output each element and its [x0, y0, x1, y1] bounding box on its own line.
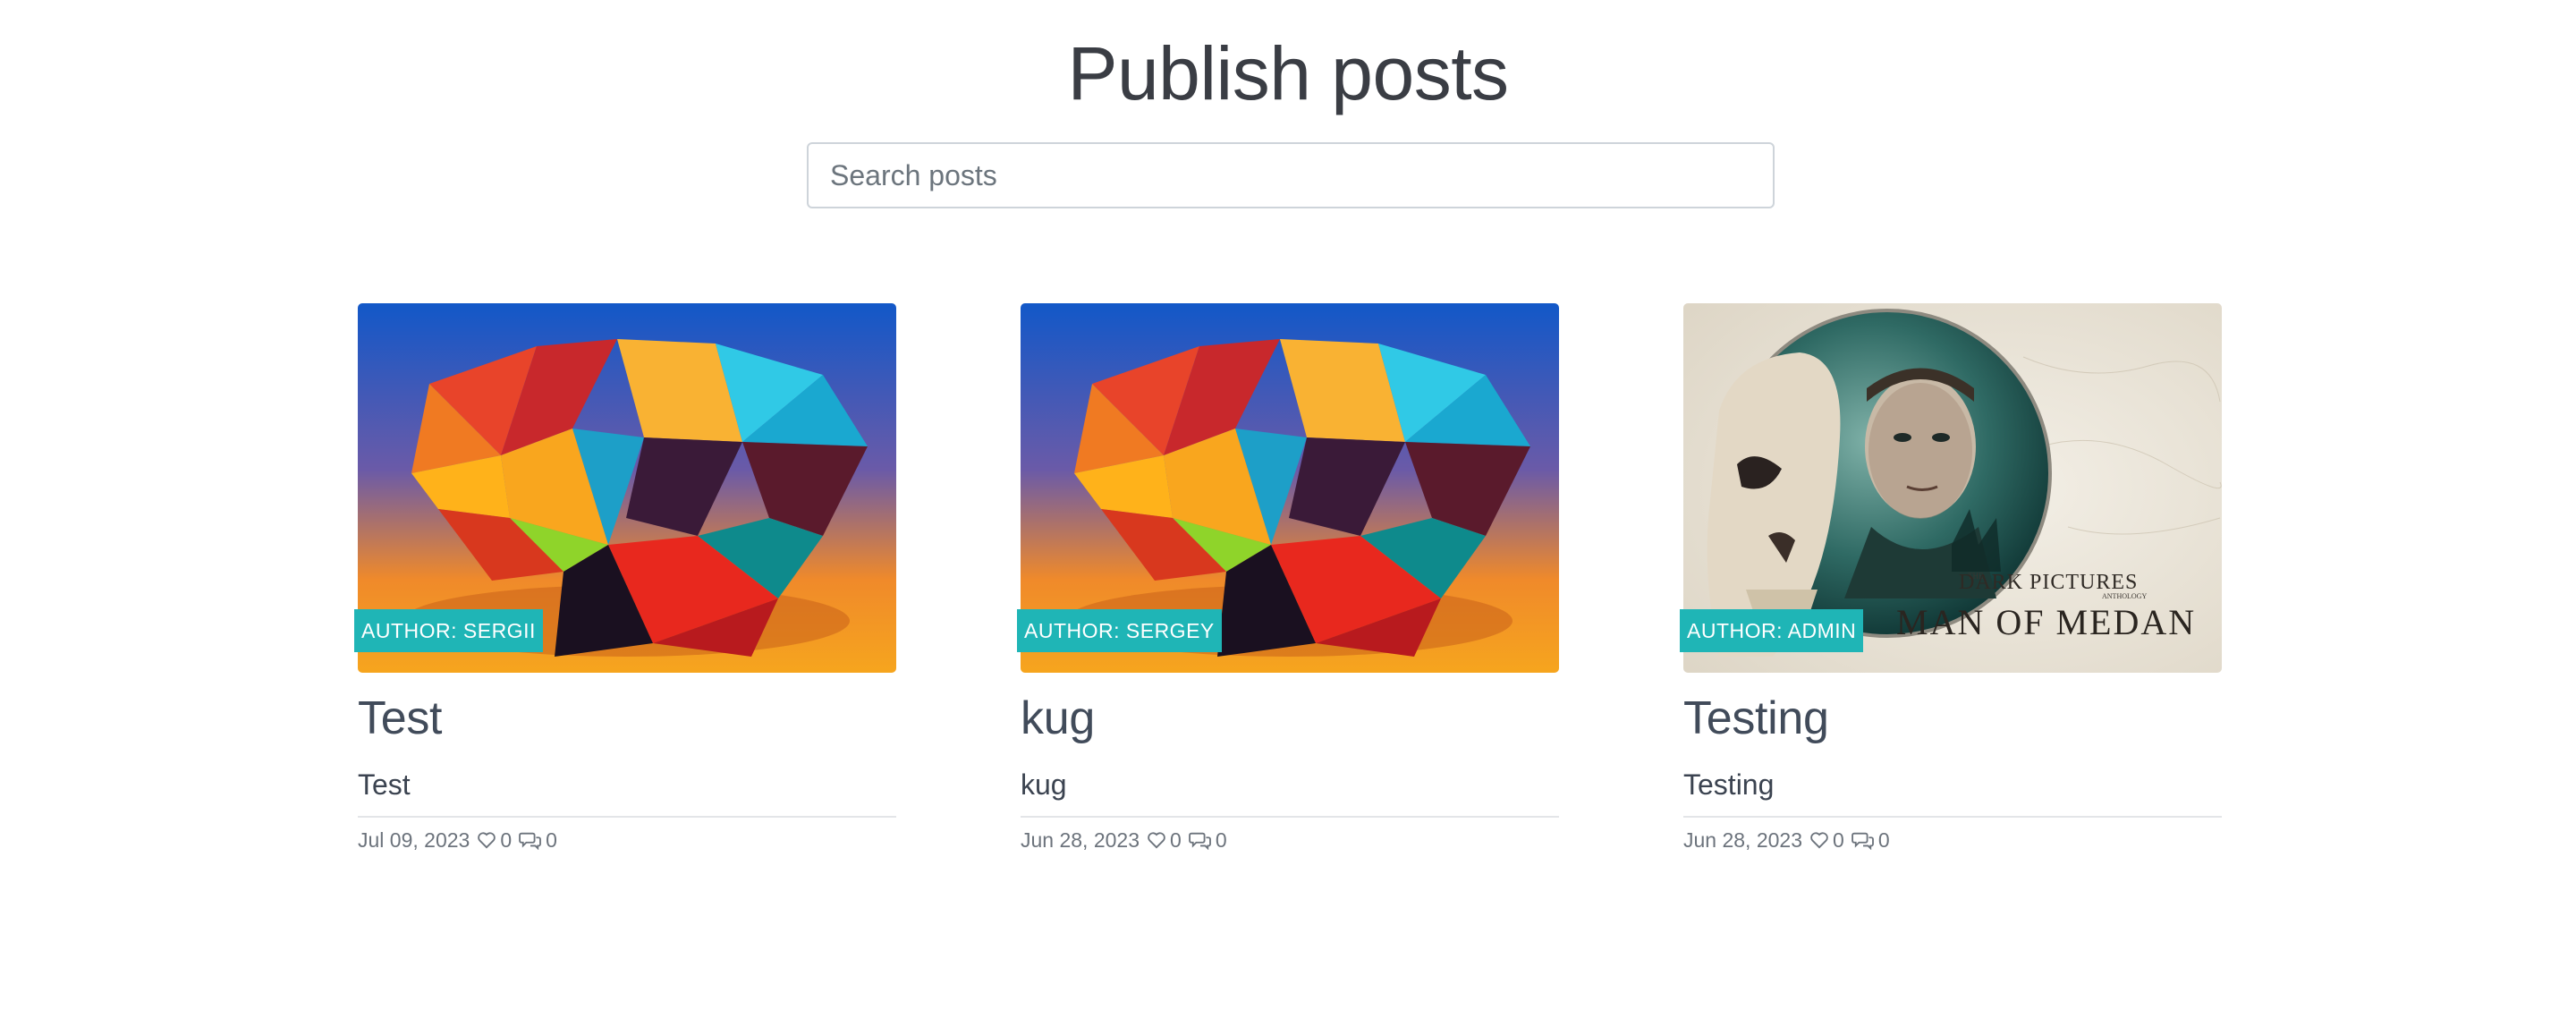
divider: [1021, 816, 1559, 818]
heart-icon[interactable]: [1809, 831, 1829, 849]
post-card[interactable]: AUTHOR: SERGII Test Test Jul 09, 2023 0 …: [354, 303, 896, 855]
post-card[interactable]: AUTHOR: SERGEY kug kug Jun 28, 2023 0 0: [1017, 303, 1559, 855]
like-count: 0: [1833, 828, 1844, 852]
author-badge[interactable]: AUTHOR: SERGII: [354, 609, 543, 652]
comment-count: 0: [1877, 828, 1890, 852]
post-card[interactable]: THE DARK PICTURES ANTHOLOGY MAN OF MEDAN…: [1680, 303, 2222, 855]
cover-text-title: MAN OF MEDAN: [1896, 602, 2196, 642]
cover-text-dark-pictures: DARK PICTURES: [1959, 571, 2138, 594]
like-count: 0: [1170, 828, 1182, 852]
post-title[interactable]: Test: [358, 687, 896, 750]
post-excerpt: kug: [1021, 768, 1067, 801]
post-excerpt: Test: [358, 768, 411, 801]
post-meta: Jun 28, 2023 0 0: [1683, 825, 2222, 855]
heart-icon[interactable]: [1147, 831, 1166, 849]
cover-text-anthology: ANTHOLOGY: [2102, 592, 2147, 600]
post-date: Jun 28, 2023: [1683, 828, 1803, 852]
post-date: Jun 28, 2023: [1021, 828, 1140, 852]
search-input[interactable]: [807, 142, 1775, 208]
post-meta: Jun 28, 2023 0 0: [1021, 825, 1559, 855]
heart-icon[interactable]: [477, 831, 496, 849]
like-count: 0: [500, 828, 513, 852]
comment-count: 0: [1215, 828, 1227, 852]
post-excerpt: Testing: [1683, 768, 1775, 801]
comment-count: 0: [546, 828, 557, 852]
post-meta: Jul 09, 2023 0 0: [358, 825, 896, 855]
comments-icon[interactable]: [519, 830, 542, 850]
divider: [358, 816, 896, 818]
comments-icon[interactable]: [1188, 830, 1212, 850]
comments-icon[interactable]: [1851, 830, 1875, 850]
page-title: Publish posts: [1067, 31, 1509, 115]
post-date: Jul 09, 2023: [358, 828, 470, 852]
divider: [1683, 816, 2222, 818]
search-bar: [807, 142, 1775, 208]
author-badge[interactable]: AUTHOR: ADMIN: [1680, 609, 1864, 652]
post-title[interactable]: Testing: [1683, 687, 2222, 750]
post-title[interactable]: kug: [1021, 687, 1559, 750]
author-badge[interactable]: AUTHOR: SERGEY: [1017, 609, 1222, 652]
